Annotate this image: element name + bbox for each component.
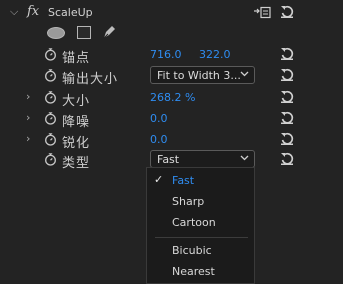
property-row-size: › 大小 268.2 % [0, 87, 343, 109]
type-value: Fast [157, 153, 180, 166]
option-label: Cartoon [172, 216, 216, 229]
stopwatch-icon[interactable] [44, 69, 57, 82]
property-label: 锚点 [62, 51, 91, 66]
chevron-right-icon[interactable]: › [26, 111, 30, 124]
denoise-value[interactable]: 0.0 [150, 112, 168, 125]
chevron-down-icon[interactable]: ⌵ [10, 5, 18, 19]
property-row-output-size: 输出大小 Fit to Width 3... [0, 65, 343, 87]
chevron-down-icon [240, 71, 249, 77]
sharpen-value[interactable]: 0.0 [150, 133, 168, 146]
reset-icon[interactable] [280, 152, 294, 166]
output-size-value: Fit to Width 3... [157, 69, 241, 82]
stopwatch-icon[interactable] [44, 153, 57, 166]
effect-controls-panel: ⌵ fx ScaleUp 锚点 716.0 322.0 输出大小 Fit to … [0, 0, 343, 284]
reset-icon[interactable] [280, 5, 294, 19]
fx-badge[interactable]: fx [27, 4, 39, 19]
type-dropdown-menu: ✓ Fast Sharp Cartoon Bicubic Nearest [146, 167, 255, 284]
property-label: 输出大小 [62, 72, 119, 87]
chevron-right-icon[interactable]: › [26, 90, 30, 103]
dropdown-divider [155, 237, 248, 238]
chevron-down-icon [240, 155, 249, 161]
option-label: Bicubic [172, 244, 212, 257]
reset-icon[interactable] [280, 111, 294, 125]
type-select[interactable]: Fast [150, 150, 255, 168]
property-row-denoise: › 降噪 0.0 [0, 108, 343, 130]
option-label: Fast [172, 174, 195, 187]
dropdown-option-fast[interactable]: ✓ Fast [147, 171, 254, 191]
option-label: Nearest [172, 265, 215, 278]
property-row-sharpen: › 锐化 0.0 [0, 129, 343, 151]
reset-icon[interactable] [280, 132, 294, 146]
stopwatch-icon[interactable] [44, 133, 57, 146]
option-label: Sharp [172, 195, 205, 208]
dropdown-option-sharp[interactable]: Sharp [147, 192, 254, 212]
anchor-x-value[interactable]: 716.0 [150, 48, 182, 61]
dropdown-option-nearest[interactable]: Nearest [147, 262, 254, 282]
stopwatch-icon[interactable] [44, 91, 57, 104]
output-size-select[interactable]: Fit to Width 3... [150, 66, 255, 84]
ellipse-mask-icon[interactable] [47, 27, 65, 39]
dropdown-option-bicubic[interactable]: Bicubic [147, 241, 254, 261]
effect-name: ScaleUp [48, 6, 93, 19]
reset-icon[interactable] [280, 90, 294, 104]
reset-icon[interactable] [280, 47, 294, 61]
dropdown-option-cartoon[interactable]: Cartoon [147, 213, 254, 233]
stopwatch-icon[interactable] [44, 48, 57, 61]
effect-header-row[interactable]: ⌵ fx ScaleUp [0, 2, 343, 24]
reset-icon[interactable] [280, 68, 294, 82]
chevron-right-icon[interactable]: › [26, 132, 30, 145]
stopwatch-icon[interactable] [44, 112, 57, 125]
checkmark-icon: ✓ [154, 173, 164, 186]
anchor-y-value[interactable]: 322.0 [199, 48, 231, 61]
property-label: 大小 [62, 94, 91, 109]
panel-menu-icon[interactable] [253, 6, 271, 20]
property-label: 类型 [62, 156, 91, 171]
size-value[interactable]: 268.2 % [150, 91, 195, 104]
rectangle-mask-icon[interactable] [77, 26, 91, 39]
property-row-anchor: 锚点 716.0 322.0 [0, 44, 343, 66]
pen-mask-icon[interactable] [101, 24, 117, 40]
property-label: 降噪 [62, 115, 91, 130]
